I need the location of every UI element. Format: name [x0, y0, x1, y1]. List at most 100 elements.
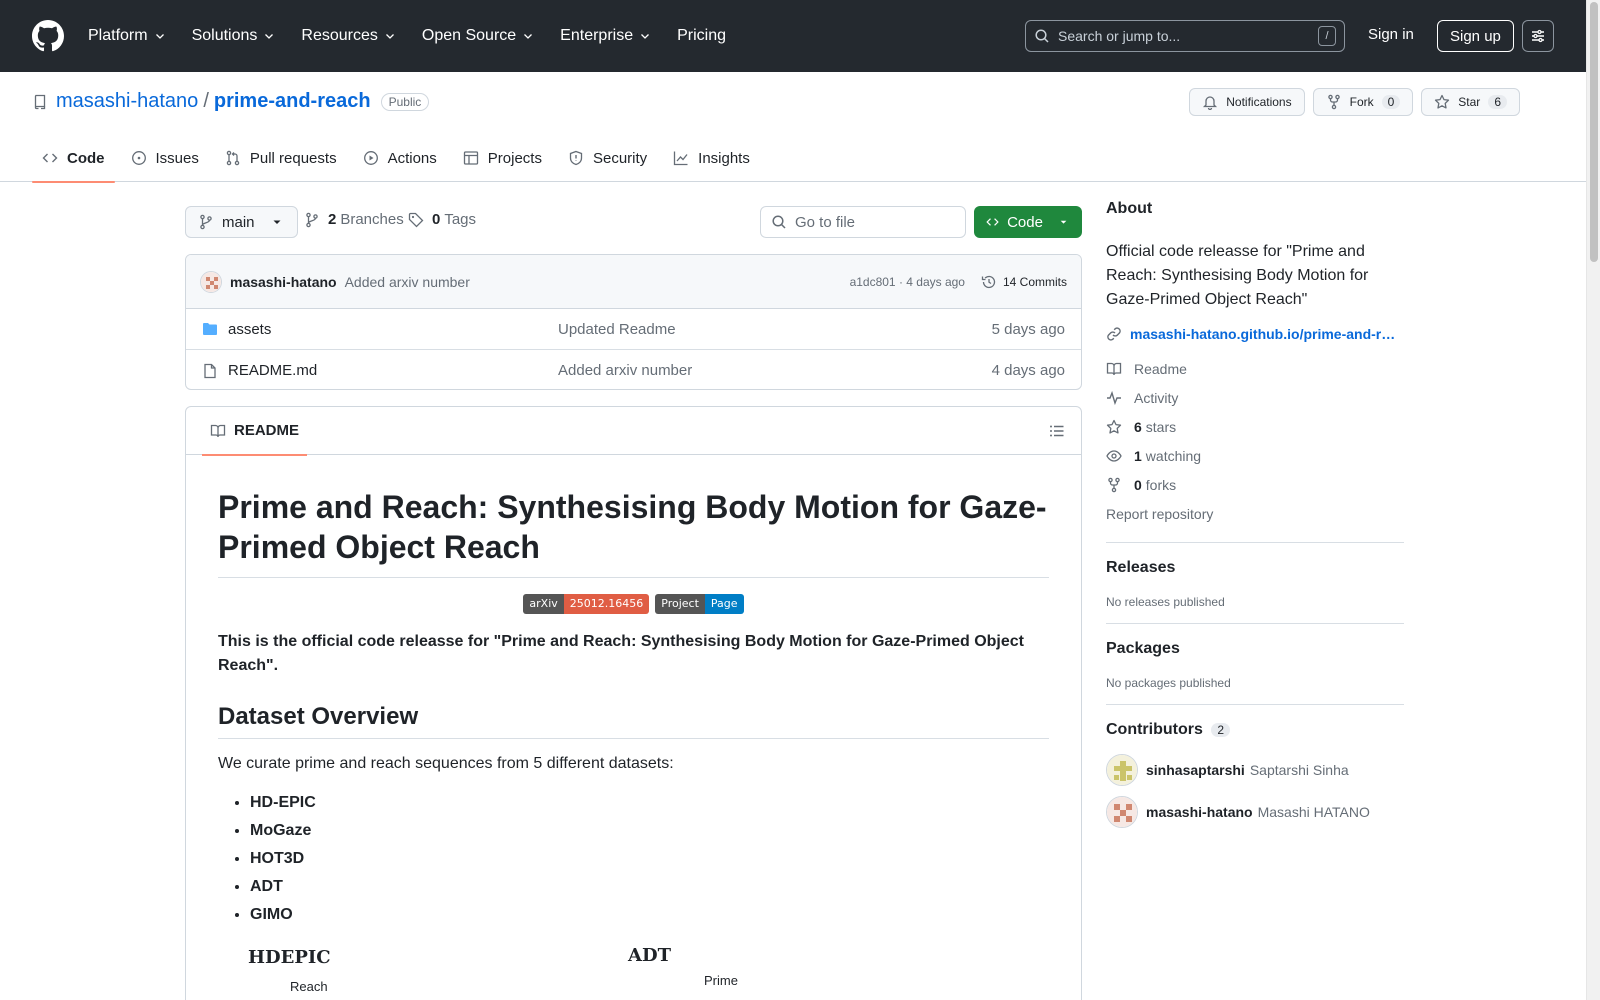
- watching-link[interactable]: 1 watching: [1106, 441, 1404, 470]
- about-heading: About: [1106, 200, 1153, 217]
- nav-resources[interactable]: Resources: [301, 27, 405, 45]
- homepage-url: masashi-hatano.github.io/prime-and-r…: [1130, 326, 1396, 342]
- chevron-down-icon: [385, 34, 394, 39]
- table-row[interactable]: README.md Added arxiv number 4 days ago: [186, 350, 1081, 389]
- homepage-link[interactable]: masashi-hatano.github.io/prime-and-r…: [1106, 326, 1404, 342]
- activity-link[interactable]: Activity: [1106, 383, 1404, 412]
- tab-projects[interactable]: Projects: [453, 134, 552, 182]
- nav-pricing[interactable]: Pricing: [677, 27, 736, 45]
- arxiv-badge[interactable]: arXiv 25012.16456: [523, 594, 650, 614]
- file-commit-message[interactable]: Added arxiv number: [558, 362, 992, 379]
- stars-count: 6: [1134, 418, 1142, 435]
- git-branch-icon: [200, 214, 212, 230]
- commit-hash-time[interactable]: a1dc801 · 4 days ago: [850, 275, 965, 289]
- section-heading: Dataset Overview: [218, 702, 1049, 739]
- readme-tab[interactable]: README: [202, 407, 308, 456]
- avatar: [1106, 754, 1138, 786]
- code-icon: [986, 218, 999, 226]
- badge-left: arXiv: [523, 594, 564, 614]
- figure-sublabel-right: Prime: [704, 973, 738, 988]
- table-icon: [463, 151, 478, 165]
- nav-enterprise[interactable]: Enterprise: [560, 27, 661, 45]
- list-item[interactable]: masashi-hatano Masashi HATANO: [1106, 795, 1404, 829]
- contributor-login: sinhasaptarshi: [1146, 762, 1245, 778]
- nav-open-source[interactable]: Open Source: [422, 27, 544, 45]
- repo-name-link[interactable]: prime-and-reach: [214, 90, 371, 113]
- tab-security[interactable]: Security: [558, 134, 657, 182]
- triangle-down-icon: [1060, 220, 1067, 224]
- star-count: 6: [1488, 95, 1507, 109]
- repo-owner-link[interactable]: masashi-hatano: [56, 90, 198, 113]
- issue-opened-icon: [131, 151, 146, 165]
- branch-selector[interactable]: main: [185, 206, 298, 238]
- tab-label: Insights: [698, 149, 750, 167]
- packages-heading[interactable]: Packages: [1106, 640, 1404, 658]
- tab-pull-requests[interactable]: Pull requests: [215, 134, 347, 182]
- sign-in-link[interactable]: Sign in: [1368, 26, 1414, 43]
- contributors-heading-label: Contributors: [1106, 721, 1203, 738]
- visibility-badge: Public: [380, 92, 430, 111]
- tab-issues[interactable]: Issues: [121, 134, 209, 182]
- code-button-label: Code: [1007, 213, 1043, 231]
- forks-link[interactable]: 0 forks: [1106, 470, 1404, 499]
- stars-link[interactable]: 6 stars: [1106, 412, 1404, 441]
- watching-label: watching: [1145, 447, 1202, 464]
- project-page-badge[interactable]: Project Page: [655, 594, 744, 614]
- releases-heading[interactable]: Releases: [1106, 559, 1404, 577]
- report-repository-link[interactable]: Report repository: [1106, 499, 1404, 528]
- notifications-button[interactable]: Notifications: [1189, 88, 1305, 116]
- list-item: HOT3D: [250, 845, 1049, 873]
- search-input[interactable]: Search or jump to... /: [1025, 20, 1345, 52]
- commit-message-link[interactable]: Added arxiv number: [345, 274, 470, 290]
- star-icon: [1106, 419, 1122, 434]
- avatar[interactable]: [200, 270, 222, 293]
- nav-solutions[interactable]: Solutions: [192, 27, 286, 45]
- contributors-heading[interactable]: Contributors 2: [1106, 721, 1404, 739]
- file-name-link[interactable]: assets: [228, 321, 558, 338]
- table-of-contents-button[interactable]: [1045, 419, 1069, 443]
- badge-left: Project: [655, 594, 705, 614]
- tag-icon: [408, 212, 424, 227]
- go-to-file-input[interactable]: Go to file: [760, 206, 966, 238]
- code-dropdown-button[interactable]: Code: [974, 206, 1082, 238]
- code-icon: [42, 153, 58, 163]
- go-to-file-placeholder: Go to file: [795, 213, 856, 231]
- tab-label: Projects: [487, 149, 542, 167]
- nav-platform[interactable]: Platform: [88, 27, 176, 45]
- chevron-down-icon: [265, 34, 274, 39]
- fork-button[interactable]: Fork 0: [1312, 88, 1414, 116]
- list-item: MoGaze: [250, 817, 1049, 845]
- contributor-login: masashi-hatano: [1146, 804, 1253, 820]
- file-commit-message[interactable]: Updated Readme: [558, 321, 992, 338]
- commit-author-link[interactable]: masashi-hatano: [230, 274, 337, 290]
- list-item[interactable]: sinhasaptarshi Saptarshi Sinha: [1106, 753, 1404, 787]
- table-row[interactable]: assets Updated Readme 5 days ago: [186, 309, 1081, 350]
- readme-link[interactable]: Readme: [1106, 354, 1404, 383]
- badge-right: Page: [704, 594, 744, 614]
- star-button[interactable]: Star 6: [1421, 88, 1520, 116]
- readme-lead-paragraph: This is the official code releasse for "…: [218, 633, 1024, 674]
- file-name-link[interactable]: README.md: [228, 362, 558, 379]
- tab-actions[interactable]: Actions: [353, 134, 447, 182]
- settings-menu-button[interactable]: [1522, 20, 1554, 52]
- repo-header: masashi-hatano / prime-and-reach Public …: [0, 72, 1586, 183]
- shield-icon: [569, 150, 583, 166]
- page-scrollbar[interactable]: [1586, 0, 1600, 1000]
- file-table: masashi-hatano Added arxiv number a1dc80…: [185, 254, 1082, 390]
- file-date: 5 days ago: [991, 320, 1065, 338]
- readme-link-label: Readme: [1134, 360, 1187, 377]
- divider: [1106, 623, 1404, 624]
- activity-link-label: Activity: [1134, 389, 1179, 406]
- github-logo-icon[interactable]: [32, 20, 64, 52]
- branches-link[interactable]: 2 Branches: [304, 211, 404, 228]
- repo-actions: Notifications Fork 0 Star 6: [1189, 88, 1520, 116]
- tab-code[interactable]: Code: [32, 134, 115, 183]
- play-icon: [363, 151, 378, 165]
- tab-insights[interactable]: Insights: [663, 134, 760, 182]
- sign-up-button[interactable]: Sign up: [1437, 20, 1514, 52]
- scrollbar-thumb[interactable]: [1590, 2, 1598, 262]
- tags-link[interactable]: 0 Tags: [408, 211, 476, 228]
- search-icon: [772, 215, 786, 229]
- nav-label: Resources: [301, 27, 378, 44]
- commits-history-link[interactable]: 14 Commits: [981, 274, 1067, 290]
